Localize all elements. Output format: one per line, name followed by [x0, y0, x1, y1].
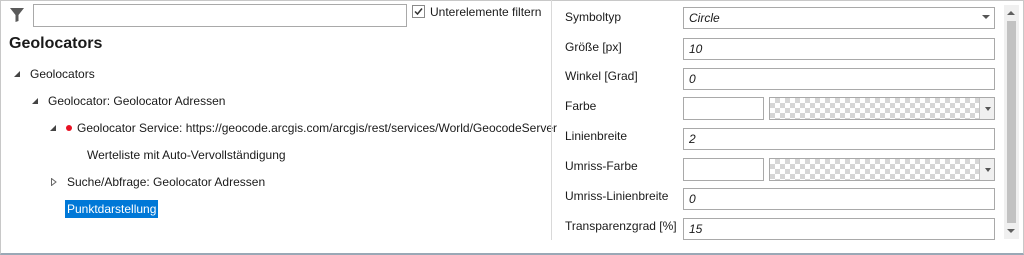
expanded-arrow-icon[interactable]: [13, 70, 21, 78]
farbe-dropdown-button[interactable]: [979, 98, 994, 119]
collapsed-arrow-icon[interactable]: [50, 178, 58, 186]
umriss-farbe-dropdown-button[interactable]: [979, 159, 994, 180]
winkel-field[interactable]: 0: [683, 68, 995, 90]
tree-node-suche-abfrage[interactable]: Suche/Abfrage: Geolocator Adressen: [67, 173, 265, 191]
umriss-farbe-color-dropdown[interactable]: [769, 158, 995, 181]
chevron-down-icon: [982, 15, 990, 19]
umriss-linienbreite-field[interactable]: 0: [683, 188, 995, 210]
prop-label-symboltyp: Symboltyp: [565, 10, 622, 24]
prop-label-umriss-linienbreite: Umriss-Linienbreite: [565, 189, 669, 203]
subelements-filter-label: Unterelemente filtern: [430, 5, 542, 19]
error-status-icon: [66, 125, 72, 131]
pane-splitter[interactable]: [551, 0, 552, 240]
linienbreite-field[interactable]: 2: [683, 128, 995, 150]
tree-node-geolocators[interactable]: Geolocators: [30, 65, 95, 83]
scroll-up-arrow-icon[interactable]: [1007, 11, 1015, 15]
filter-icon[interactable]: [9, 7, 25, 23]
tree-pane: Unterelemente filtern Geolocators Geoloc…: [0, 0, 557, 253]
scroll-down-arrow-icon[interactable]: [1007, 229, 1015, 233]
chevron-down-icon: [985, 168, 991, 172]
tree-title: Geolocators: [9, 35, 103, 52]
farbe-color-dropdown[interactable]: [769, 97, 995, 120]
prop-label-groesse: Größe [px]: [565, 40, 622, 54]
symboltyp-select[interactable]: Circle: [683, 7, 995, 29]
expanded-arrow-icon[interactable]: [49, 124, 57, 132]
farbe-value-field[interactable]: [683, 97, 764, 120]
umriss-farbe-value-field[interactable]: [683, 158, 764, 181]
property-grid-scrollbar[interactable]: [1004, 5, 1019, 239]
scrollbar-thumb[interactable]: [1007, 21, 1016, 223]
symboltyp-value: Circle: [689, 11, 720, 25]
prop-label-winkel: Winkel [Grad]: [565, 69, 638, 83]
tree-node-punktdarstellung[interactable]: Punktdarstellung: [65, 200, 159, 218]
filter-input[interactable]: [33, 4, 407, 27]
prop-label-linienbreite: Linienbreite: [565, 129, 628, 143]
prop-label-transparenzgrad: Transparenzgrad [%]: [565, 219, 677, 233]
checkmark-icon: [414, 8, 423, 16]
tree-node-geolocator-service[interactable]: Geolocator Service: https://geocode.arcg…: [77, 119, 557, 137]
expanded-arrow-icon[interactable]: [31, 97, 39, 105]
chevron-down-icon: [985, 107, 991, 111]
groesse-field[interactable]: 10: [683, 38, 995, 60]
tree-node-werteliste[interactable]: Werteliste mit Auto-Vervollständigung: [87, 146, 286, 164]
transparenzgrad-field[interactable]: 15: [683, 218, 995, 240]
prop-label-farbe: Farbe: [565, 99, 597, 113]
tree-node-geolocator-adressen[interactable]: Geolocator: Geolocator Adressen: [48, 92, 225, 110]
subelements-filter-checkbox[interactable]: [412, 5, 425, 18]
prop-label-umriss-farbe: Umriss-Farbe: [565, 159, 638, 173]
